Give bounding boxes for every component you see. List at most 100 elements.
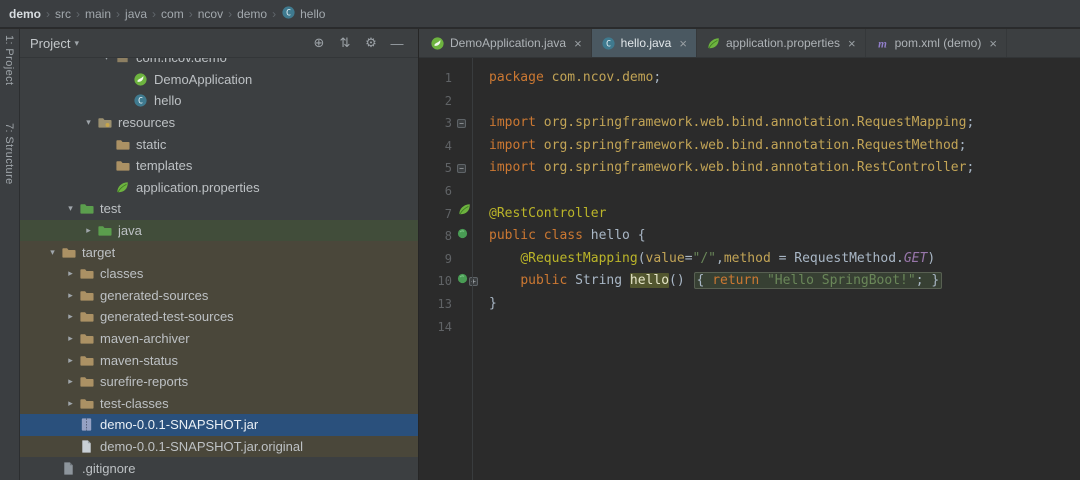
code-line-4[interactable]: 4 import org.springframework.web.bind.ann… [419,135,1080,158]
tree-item-demo-0-0-1-snapshot-jar[interactable]: demo-0.0.1-SNAPSHOT.jar [20,414,418,436]
breadcrumb-item-demo[interactable]: demo [8,7,42,21]
editor-tab-pom-xml-demo[interactable]: m pom.xml (demo) × [866,29,1007,57]
expanded-arrow-icon[interactable]: ▾ [98,58,115,63]
collapsed-arrow-icon[interactable]: ▸ [62,376,79,387]
close-icon[interactable]: × [679,36,687,51]
tool-window-tab-7-structure[interactable]: 7: Structure [3,123,15,185]
folded-code-region[interactable]: { return "Hello SpringBoot!"; } [693,272,943,290]
code-token: import [489,137,544,153]
close-icon[interactable]: × [574,36,582,51]
fold-open-icon[interactable]: − [457,164,466,174]
gutter-cell [455,203,475,226]
tree-item-resources[interactable]: ▾ resources [20,112,418,134]
hide-icon[interactable]: — [384,36,410,51]
code-token: String [575,273,630,289]
breadcrumb-item-hello[interactable]: Chello [280,5,326,23]
collapsed-arrow-icon[interactable]: ▸ [62,290,79,301]
tree-item-label: surefire-reports [100,374,189,390]
code-line-13[interactable]: 13} [419,293,1080,316]
folder-icon [115,137,130,152]
ide-window: demo › src › main › java › com › ncov › demo › Chello … [0,0,1080,480]
gutter-cell [455,248,475,271]
expanded-arrow-icon[interactable]: ▾ [62,203,79,214]
tree-item-label: maven-status [100,352,179,368]
collapsed-arrow-icon[interactable]: ▸ [80,225,97,236]
code-line-9[interactable]: 9 @RequestMapping(value="/",method = Req… [419,248,1080,271]
collapsed-arrow-icon[interactable]: ▸ [62,333,79,344]
breadcrumb-item-java[interactable]: java [124,7,148,21]
tree-item-generated-test-sources[interactable]: ▸ generated-test-sources [20,306,418,328]
code-line-6[interactable]: 6 [419,180,1080,203]
tree-item-demoapplication[interactable]: DemoApplication [20,69,418,91]
line-number: 5 [444,161,452,176]
expanded-arrow-icon[interactable]: ▾ [80,117,97,128]
tree-item-static[interactable]: static [20,133,418,155]
tree-item-generated-sources[interactable]: ▸ generated-sources [20,284,418,307]
code-token: () [669,273,693,289]
tree-item-maven-archiver[interactable]: ▸ maven-archiver [20,327,418,350]
code-line-8[interactable]: 8 public class hello { [419,225,1080,248]
breadcrumb-item-demo[interactable]: demo [236,7,268,21]
editor-tab-hello-java[interactable]: Chello.java × [591,29,697,57]
code-editor[interactable]: 1 package com.ncov.demo; 2 3− import org.spr… [419,58,1080,480]
tree-item-target[interactable]: ▾ target [20,241,418,263]
tree-item-demo-0-0-1-snapshot-jar-original[interactable]: demo-0.0.1-SNAPSHOT.jar.original [20,435,418,458]
svg-text:C: C [138,96,143,106]
breadcrumb-separator: › [188,6,193,21]
tree-item-templates[interactable]: templates [20,155,418,177]
project-panel: Project ▾ ⊕⇅⚙— ▾ com.ncov.demo DemoApplica… [20,29,418,480]
project-panel-title[interactable]: Project [30,36,70,51]
settings-icon[interactable]: ⚙ [358,35,384,51]
breadcrumb-item-ncov[interactable]: ncov [197,7,224,21]
code-text: public String hello() { return "Hello Sp… [475,270,943,293]
tree-item-label: maven-archiver [100,331,190,347]
collapse-all-icon[interactable]: ⇅ [332,35,358,51]
editor-tab-application-properties[interactable]: application.properties × [697,29,866,57]
code-line-5[interactable]: 5− import org.springframework.web.bind.an… [419,157,1080,180]
breadcrumb-item-com[interactable]: com [160,7,185,21]
expanded-arrow-icon[interactable]: ▾ [44,247,61,258]
code-line-14[interactable]: 14 [419,316,1080,339]
breadcrumb-label: demo [9,6,42,21]
breadcrumb-separator: › [272,6,277,21]
tree-item-label: generated-sources [100,287,209,303]
close-icon[interactable]: × [848,36,856,51]
collapsed-arrow-icon[interactable]: ▸ [62,268,79,279]
tree-item-gitignore[interactable]: .gitignore [20,457,418,479]
code-token: ; } [915,273,940,289]
fold-open-icon[interactable]: − [457,118,466,128]
breadcrumb-item-src[interactable]: src [54,7,72,21]
code-token: ) [927,250,936,266]
gutter-cell [455,293,475,316]
gutter-cell [455,316,475,339]
breadcrumb-label: hello [300,6,326,21]
editor-tab-demoapplication-java[interactable]: DemoApplication.java × [421,29,592,57]
spring-icon [115,180,130,195]
close-icon[interactable]: × [989,36,997,51]
collapsed-arrow-icon[interactable]: ▸ [62,355,79,366]
tree-item-surefire-reports[interactable]: ▸ surefire-reports [20,370,418,393]
collapsed-arrow-icon[interactable]: ▸ [62,311,79,322]
folder-test-icon [79,201,94,216]
code-line-1[interactable]: 1 package com.ncov.demo; [419,67,1080,90]
tree-item-java[interactable]: ▸ java [20,219,418,242]
code-token: hello { [590,228,646,244]
code-line-7[interactable]: 7 @RestController [419,203,1080,226]
tree-item-test[interactable]: ▾ test [20,198,418,220]
code-line-10[interactable]: 10 + public String hello() { return "Hell… [419,270,1080,293]
tree-item-hello[interactable]: Chello [20,90,418,112]
breadcrumb-item-main[interactable]: main [84,7,112,21]
code-line-2[interactable]: 2 [419,90,1080,113]
tool-window-tab-1-project[interactable]: 1: Project [3,35,15,85]
tree-item-application-properties[interactable]: application.properties [20,177,418,199]
locate-icon[interactable]: ⊕ [306,35,332,51]
tree-item-classes[interactable]: ▸ classes [20,262,418,285]
folder-icon [61,245,76,260]
collapsed-arrow-icon[interactable]: ▸ [62,398,79,409]
tree-item-maven-status[interactable]: ▸ maven-status [20,349,418,371]
project-panel-body: ▾ com.ncov.demo DemoApplication Chello ▾ reso… [20,58,418,480]
code-line-3[interactable]: 3− import org.springframework.web.bind.an… [419,112,1080,135]
code-token: package [489,70,552,85]
tree-item-test-classes[interactable]: ▸ test-classes [20,392,418,415]
tree-item-com-ncov-demo[interactable]: ▾ com.ncov.demo [20,58,418,69]
